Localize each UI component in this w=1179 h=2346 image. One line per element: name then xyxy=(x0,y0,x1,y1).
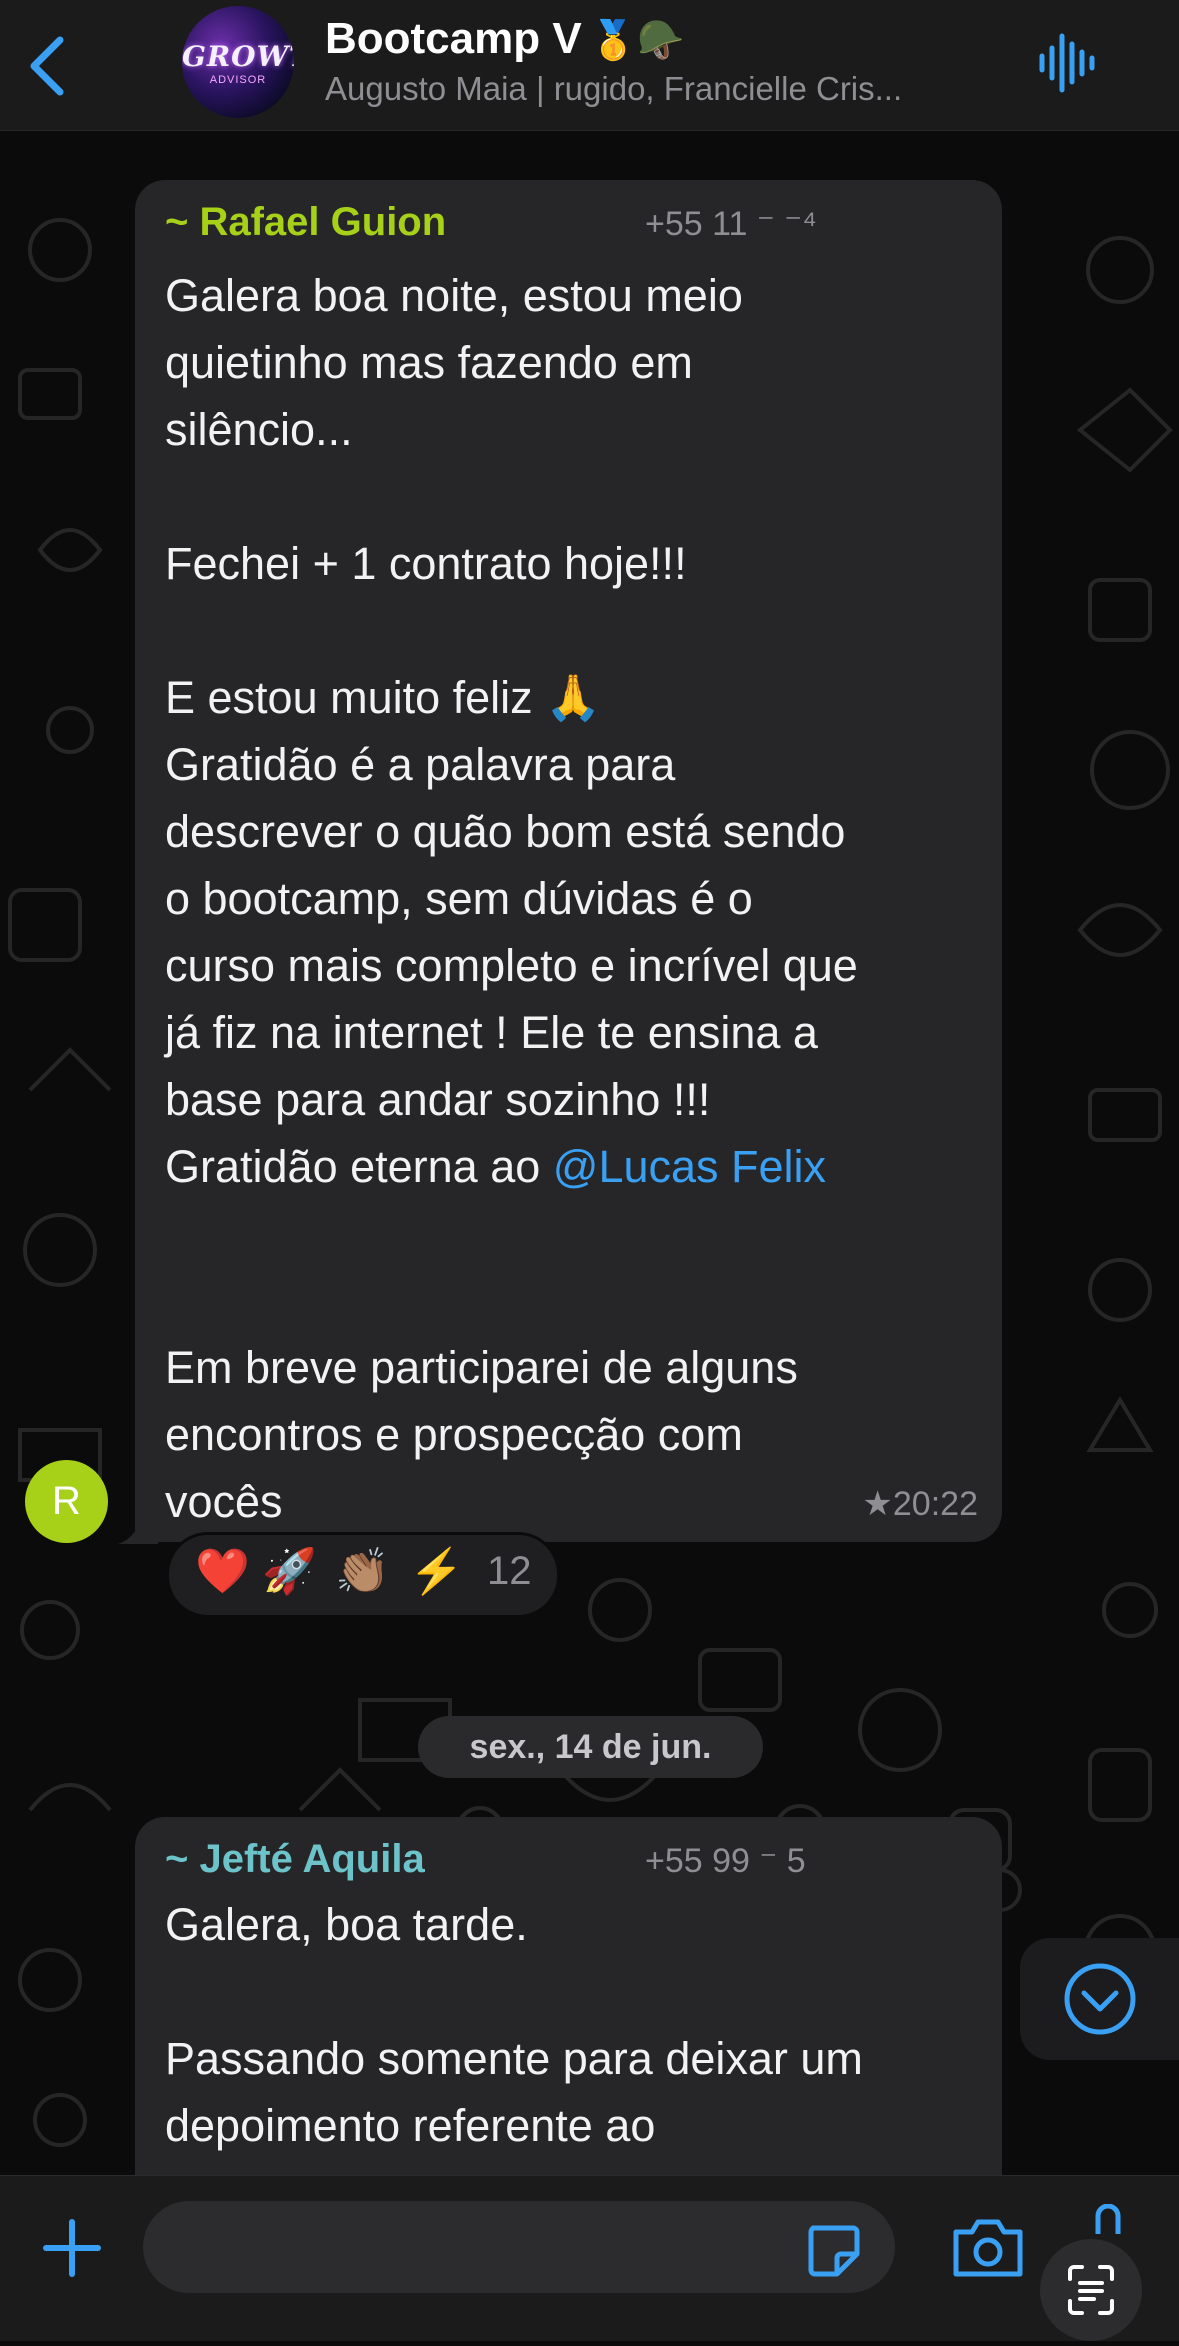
sender-name[interactable]: ~ Rafael Guion xyxy=(165,200,446,245)
chevron-down-circle-icon xyxy=(1064,1963,1136,2035)
reaction-clap: 👏🏽 xyxy=(335,1547,390,1596)
message-bubble[interactable]: ~ Jefté Aquila +55 99 ⁻ 5 Galera, boa ta… xyxy=(135,1817,1002,2177)
chat-title: Bootcamp V 🥇🪖 xyxy=(325,14,1005,64)
message-input[interactable] xyxy=(143,2201,895,2293)
group-avatar-text: GROWTH xyxy=(182,40,294,73)
chat-title-emojis: 🥇🪖 xyxy=(589,20,685,62)
camera-icon[interactable] xyxy=(950,2216,1026,2280)
chat-header: GROWTH ADVISOR Bootcamp V🥇🪖 Augusto Maia… xyxy=(0,0,1179,131)
message-timestamp: ★20:22 xyxy=(862,1485,978,1523)
message-text: Galera, boa tarde. Passando somente para… xyxy=(165,1899,863,2177)
mention-link[interactable]: @Lucas Felix xyxy=(553,1141,826,1192)
bubble-tail xyxy=(118,1510,158,1544)
date-separator: sex., 14 de jun. xyxy=(418,1716,763,1778)
sender-avatar[interactable]: R xyxy=(25,1460,108,1543)
audio-call-icon[interactable] xyxy=(1036,30,1096,96)
reaction-heart: ❤️ xyxy=(195,1547,250,1596)
composer-bar xyxy=(0,2175,1179,2341)
scroll-to-bottom-button[interactable] xyxy=(1020,1938,1179,2060)
sender-name[interactable]: ~ Jefté Aquila xyxy=(165,1837,425,1882)
group-avatar-subtext: ADVISOR xyxy=(209,74,267,86)
message-header: ~ Rafael Guion +55 11 ⁻ ⁻⁴ xyxy=(165,200,985,250)
microphone-icon[interactable] xyxy=(1088,2203,1128,2234)
message-text: Galera boa noite, estou meio quietinho m… xyxy=(165,262,985,1535)
sender-phone: +55 11 ⁻ ⁻⁴ xyxy=(645,205,817,243)
sticker-icon[interactable] xyxy=(803,2220,863,2280)
message-bubble[interactable]: ~ Rafael Guion +55 11 ⁻ ⁻⁴ Galera boa no… xyxy=(135,180,1002,1542)
reactions-bar[interactable]: ❤️ 🚀 👏🏽 ⚡ 12 xyxy=(166,1532,560,1618)
live-text-scan-icon[interactable] xyxy=(1040,2239,1142,2341)
reaction-zap: ⚡ xyxy=(409,1547,464,1596)
sender-phone: +55 99 ⁻ 5 xyxy=(645,1842,806,1880)
reaction-rocket: 🚀 xyxy=(262,1547,317,1596)
reaction-count: 12 xyxy=(487,1549,532,1593)
chat-participants: Augusto Maia | rugido, Francielle Cris..… xyxy=(325,70,903,107)
message-text-part: Em breve participarei de alguns encontro… xyxy=(165,1342,798,1527)
group-avatar[interactable]: GROWTH ADVISOR xyxy=(182,6,294,118)
back-chevron-icon[interactable] xyxy=(22,30,72,100)
message-text-part: Galera boa noite, estou meio quietinho m… xyxy=(165,270,858,1192)
chat-info-link[interactable]: Bootcamp V 🥇🪖 Augusto Maia | rugido, Fran… xyxy=(325,14,1005,108)
chat-title-text: Bootcamp V xyxy=(325,14,582,63)
message-header: ~ Jefté Aquila +55 99 ⁻ 5 xyxy=(165,1837,985,1887)
attach-plus-icon[interactable] xyxy=(40,2216,104,2280)
